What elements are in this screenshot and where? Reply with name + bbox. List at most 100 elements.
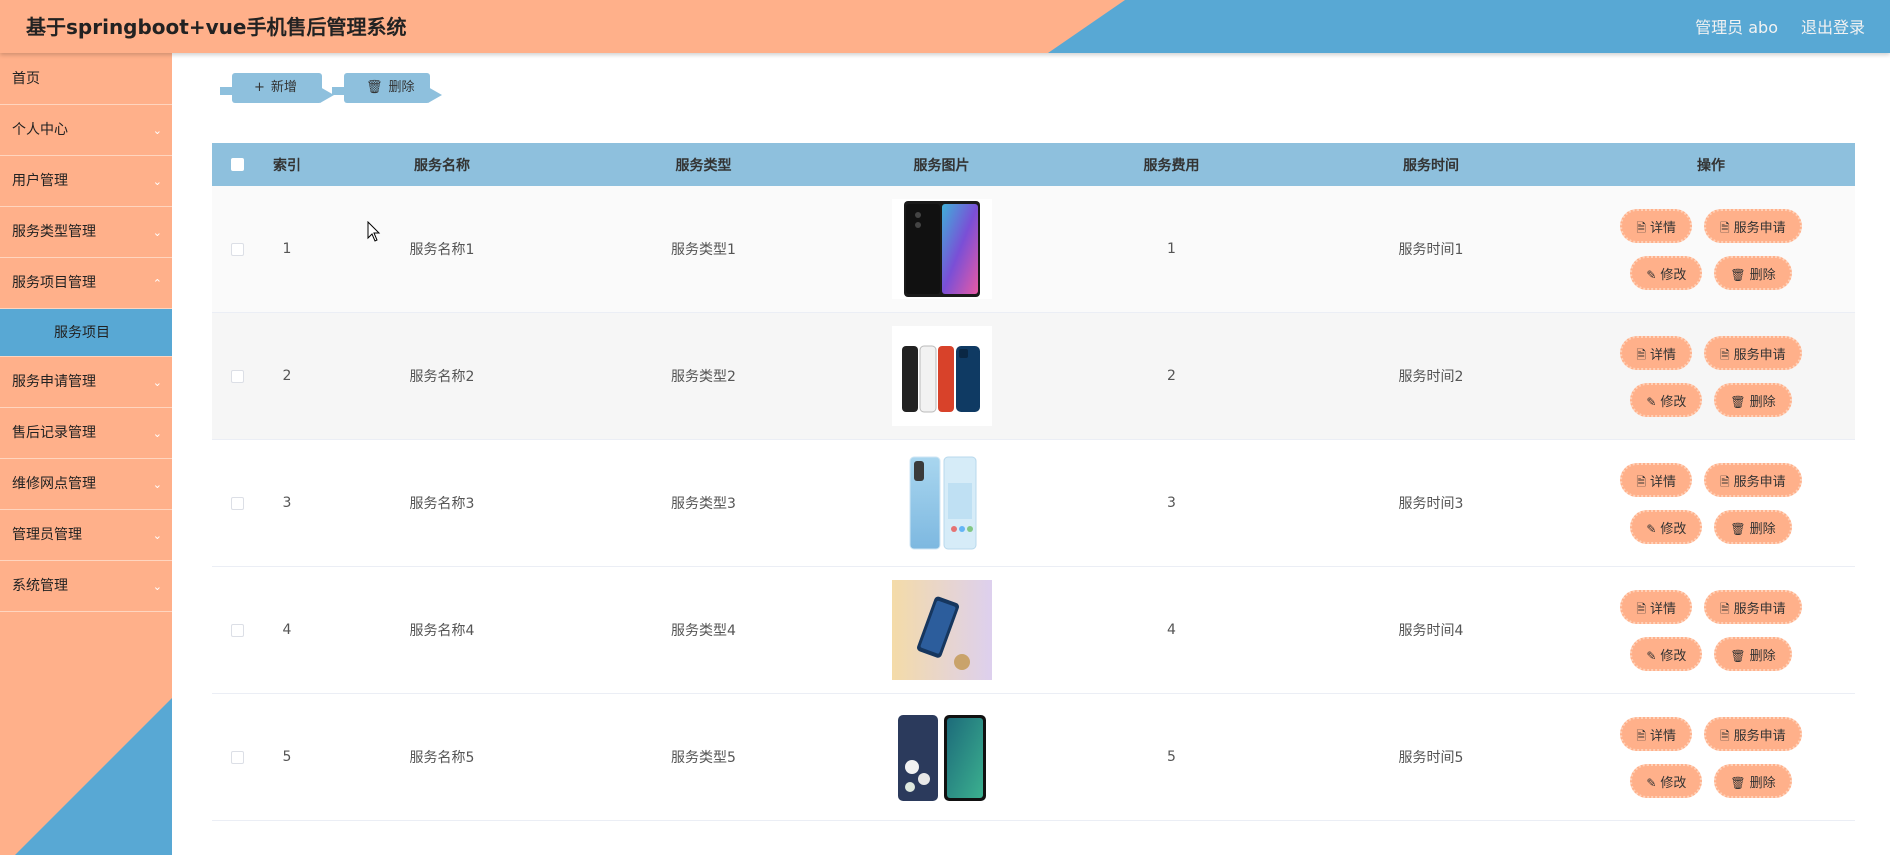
mouse-cursor-icon — [367, 221, 381, 242]
edit-label: 修改 — [1660, 521, 1687, 537]
logout-link[interactable]: 退出登录 — [1801, 14, 1865, 38]
detail-label: 详情 — [1649, 474, 1676, 490]
delete-button[interactable]: 🗑 删除 — [1714, 636, 1792, 671]
table-row: 2 服务名称2 服务类型2 2 服务时间2 🗎 详情 🗎 服务申请 ✎ 修改 🗑… — [212, 313, 1855, 440]
service-table: 索引 服务名称 服务类型 服务图片 服务费用 服务时间 操作 1 服务名称1 服… — [212, 143, 1855, 821]
row-select-cell — [212, 369, 262, 383]
delete-button[interactable]: 🗑 删除 — [1714, 763, 1792, 798]
detail-button[interactable]: 🗎 详情 — [1620, 589, 1692, 624]
edit-button[interactable]: ✎ 修改 — [1630, 382, 1703, 417]
chevron-down-icon: ⌄ — [152, 478, 162, 491]
detail-button[interactable]: 🗎 详情 — [1620, 716, 1692, 751]
cell-index: 4 — [282, 622, 292, 638]
cell-image — [835, 580, 1048, 680]
service-apply-button[interactable]: 🗎 服务申请 — [1704, 716, 1802, 751]
sidebar-item-service-apply-management[interactable]: 服务申请管理 ⌄ — [0, 357, 172, 408]
delete-button-label: 删除 — [388, 80, 415, 95]
cell-name: 服务名称4 — [409, 623, 475, 639]
detail-button[interactable]: 🗎 详情 — [1620, 462, 1692, 497]
trash-icon: 🗑 — [1730, 394, 1746, 409]
sidebar-menu: 首页 个人中心 ⌄ 用户管理 ⌄ 服务类型管理 ⌄ 服务项目管理 ⌃ 服务项目 … — [0, 53, 172, 612]
edit-button[interactable]: ✎ 修改 — [1630, 255, 1703, 290]
table-row: 1 服务名称1 服务类型1 1 服务时间1 🗎 详情 🗎 服务申请 ✎ 修改 🗑… — [212, 186, 1855, 313]
cell-type: 服务类型3 — [671, 496, 736, 512]
delete-button[interactable]: 🗑 删除 — [1714, 382, 1792, 417]
ops-line: 🗎 详情 🗎 服务申请 — [1620, 462, 1802, 497]
detail-button[interactable]: 🗎 详情 — [1620, 208, 1692, 243]
sidebar-item-system-management[interactable]: 系统管理 ⌄ — [0, 561, 172, 612]
row-checkbox[interactable] — [230, 623, 244, 637]
document-icon: 🗎 — [1636, 474, 1646, 489]
select-all-cell — [212, 158, 262, 171]
sidebar-subitem-service-project[interactable]: 服务项目 — [0, 309, 172, 357]
cell-fee: 1 — [1167, 241, 1176, 257]
pencil-icon: ✎ — [1646, 521, 1657, 536]
apply-label: 服务申请 — [1733, 601, 1786, 617]
service-image — [891, 199, 992, 299]
document-icon: 🗎 — [1636, 728, 1646, 743]
cell-index: 5 — [282, 749, 292, 765]
sidebar-item-service-type-management[interactable]: 服务类型管理 ⌄ — [0, 207, 172, 258]
app-title: 基于springboot+vue手机售后管理系统 — [26, 15, 407, 39]
sidebar-item-service-project-management[interactable]: 服务项目管理 ⌃ — [0, 258, 172, 309]
row-select-cell — [212, 496, 262, 510]
sidebar-item-label: 维修网点管理 — [12, 476, 96, 492]
cell-image — [835, 707, 1048, 807]
sidebar-item-label: 首页 — [12, 71, 40, 87]
header-name: 服务名称 — [414, 157, 470, 174]
table-row: 5 服务名称5 服务类型5 5 服务时间5 🗎 详情 🗎 服务申请 ✎ 修改 🗑… — [212, 694, 1855, 821]
main-content: + 新增 🗑 删除 索引 服务名称 服务类型 服务图片 服务费用 服务时间 操作 1… — [172, 53, 1890, 855]
cell-ops: 🗎 详情 🗎 服务申请 ✎ 修改 🗑 删除 — [1567, 589, 1855, 671]
sidebar-item-personal-center[interactable]: 个人中心 ⌄ — [0, 105, 172, 156]
batch-delete-button[interactable]: 🗑 删除 — [332, 73, 442, 103]
document-icon: 🗎 — [1720, 220, 1730, 235]
edit-button[interactable]: ✎ 修改 — [1630, 509, 1703, 544]
header-image: 服务图片 — [913, 157, 970, 174]
cell-type: 服务类型4 — [671, 623, 736, 639]
service-apply-button[interactable]: 🗎 服务申请 — [1704, 335, 1802, 370]
apply-label: 服务申请 — [1733, 220, 1786, 236]
delete-button[interactable]: 🗑 删除 — [1714, 509, 1792, 544]
cell-ops: 🗎 详情 🗎 服务申请 ✎ 修改 🗑 删除 — [1567, 335, 1855, 417]
row-checkbox[interactable] — [230, 496, 244, 510]
header-time: 服务时间 — [1403, 157, 1459, 174]
delete-label: 删除 — [1749, 775, 1776, 791]
detail-label: 详情 — [1649, 220, 1676, 236]
sidebar-item-user-management[interactable]: 用户管理 ⌄ — [0, 156, 172, 207]
cell-fee: 5 — [1167, 749, 1176, 765]
sidebar-item-repair-outlet-management[interactable]: 维修网点管理 ⌄ — [0, 459, 172, 510]
sidebar-item-admin-management[interactable]: 管理员管理 ⌄ — [0, 510, 172, 561]
sidebar-item-label: 个人中心 — [12, 122, 68, 138]
cell-name: 服务名称3 — [409, 496, 475, 512]
add-button[interactable]: + 新增 — [220, 73, 334, 103]
sidebar-item-after-sales-record-management[interactable]: 售后记录管理 ⌄ — [0, 408, 172, 459]
ops-line: ✎ 修改 🗑 删除 — [1630, 509, 1792, 544]
cell-fee: 4 — [1167, 622, 1176, 638]
sidebar-item-label: 服务项目 — [54, 325, 110, 341]
document-icon: 🗎 — [1720, 601, 1730, 616]
row-checkbox[interactable] — [230, 369, 244, 383]
service-apply-button[interactable]: 🗎 服务申请 — [1704, 589, 1802, 624]
delete-label: 删除 — [1749, 394, 1776, 410]
sidebar-item-label: 用户管理 — [12, 173, 68, 189]
sidebar-item-label: 服务项目管理 — [12, 275, 96, 291]
table-row: 3 服务名称3 服务类型3 3 服务时间3 🗎 详情 🗎 服务申请 ✎ 修改 🗑… — [212, 440, 1855, 567]
service-apply-button[interactable]: 🗎 服务申请 — [1704, 208, 1802, 243]
row-checkbox[interactable] — [230, 750, 244, 764]
detail-button[interactable]: 🗎 详情 — [1620, 335, 1692, 370]
edit-button[interactable]: ✎ 修改 — [1630, 636, 1703, 671]
row-checkbox[interactable] — [230, 242, 244, 256]
cell-type: 服务类型1 — [671, 242, 736, 258]
admin-user-label: 管理员 abo — [1695, 18, 1778, 37]
edit-label: 修改 — [1660, 775, 1687, 791]
delete-button[interactable]: 🗑 删除 — [1714, 255, 1792, 290]
chevron-down-icon: ⌄ — [152, 226, 162, 239]
service-apply-button[interactable]: 🗎 服务申请 — [1704, 462, 1802, 497]
edit-button[interactable]: ✎ 修改 — [1630, 763, 1703, 798]
sidebar-item-home[interactable]: 首页 — [0, 53, 172, 105]
cell-name: 服务名称5 — [409, 750, 475, 766]
service-image — [891, 326, 992, 426]
select-all-checkbox[interactable] — [230, 158, 244, 171]
delete-label: 删除 — [1749, 648, 1776, 664]
ops-line: 🗎 详情 🗎 服务申请 — [1620, 716, 1802, 751]
